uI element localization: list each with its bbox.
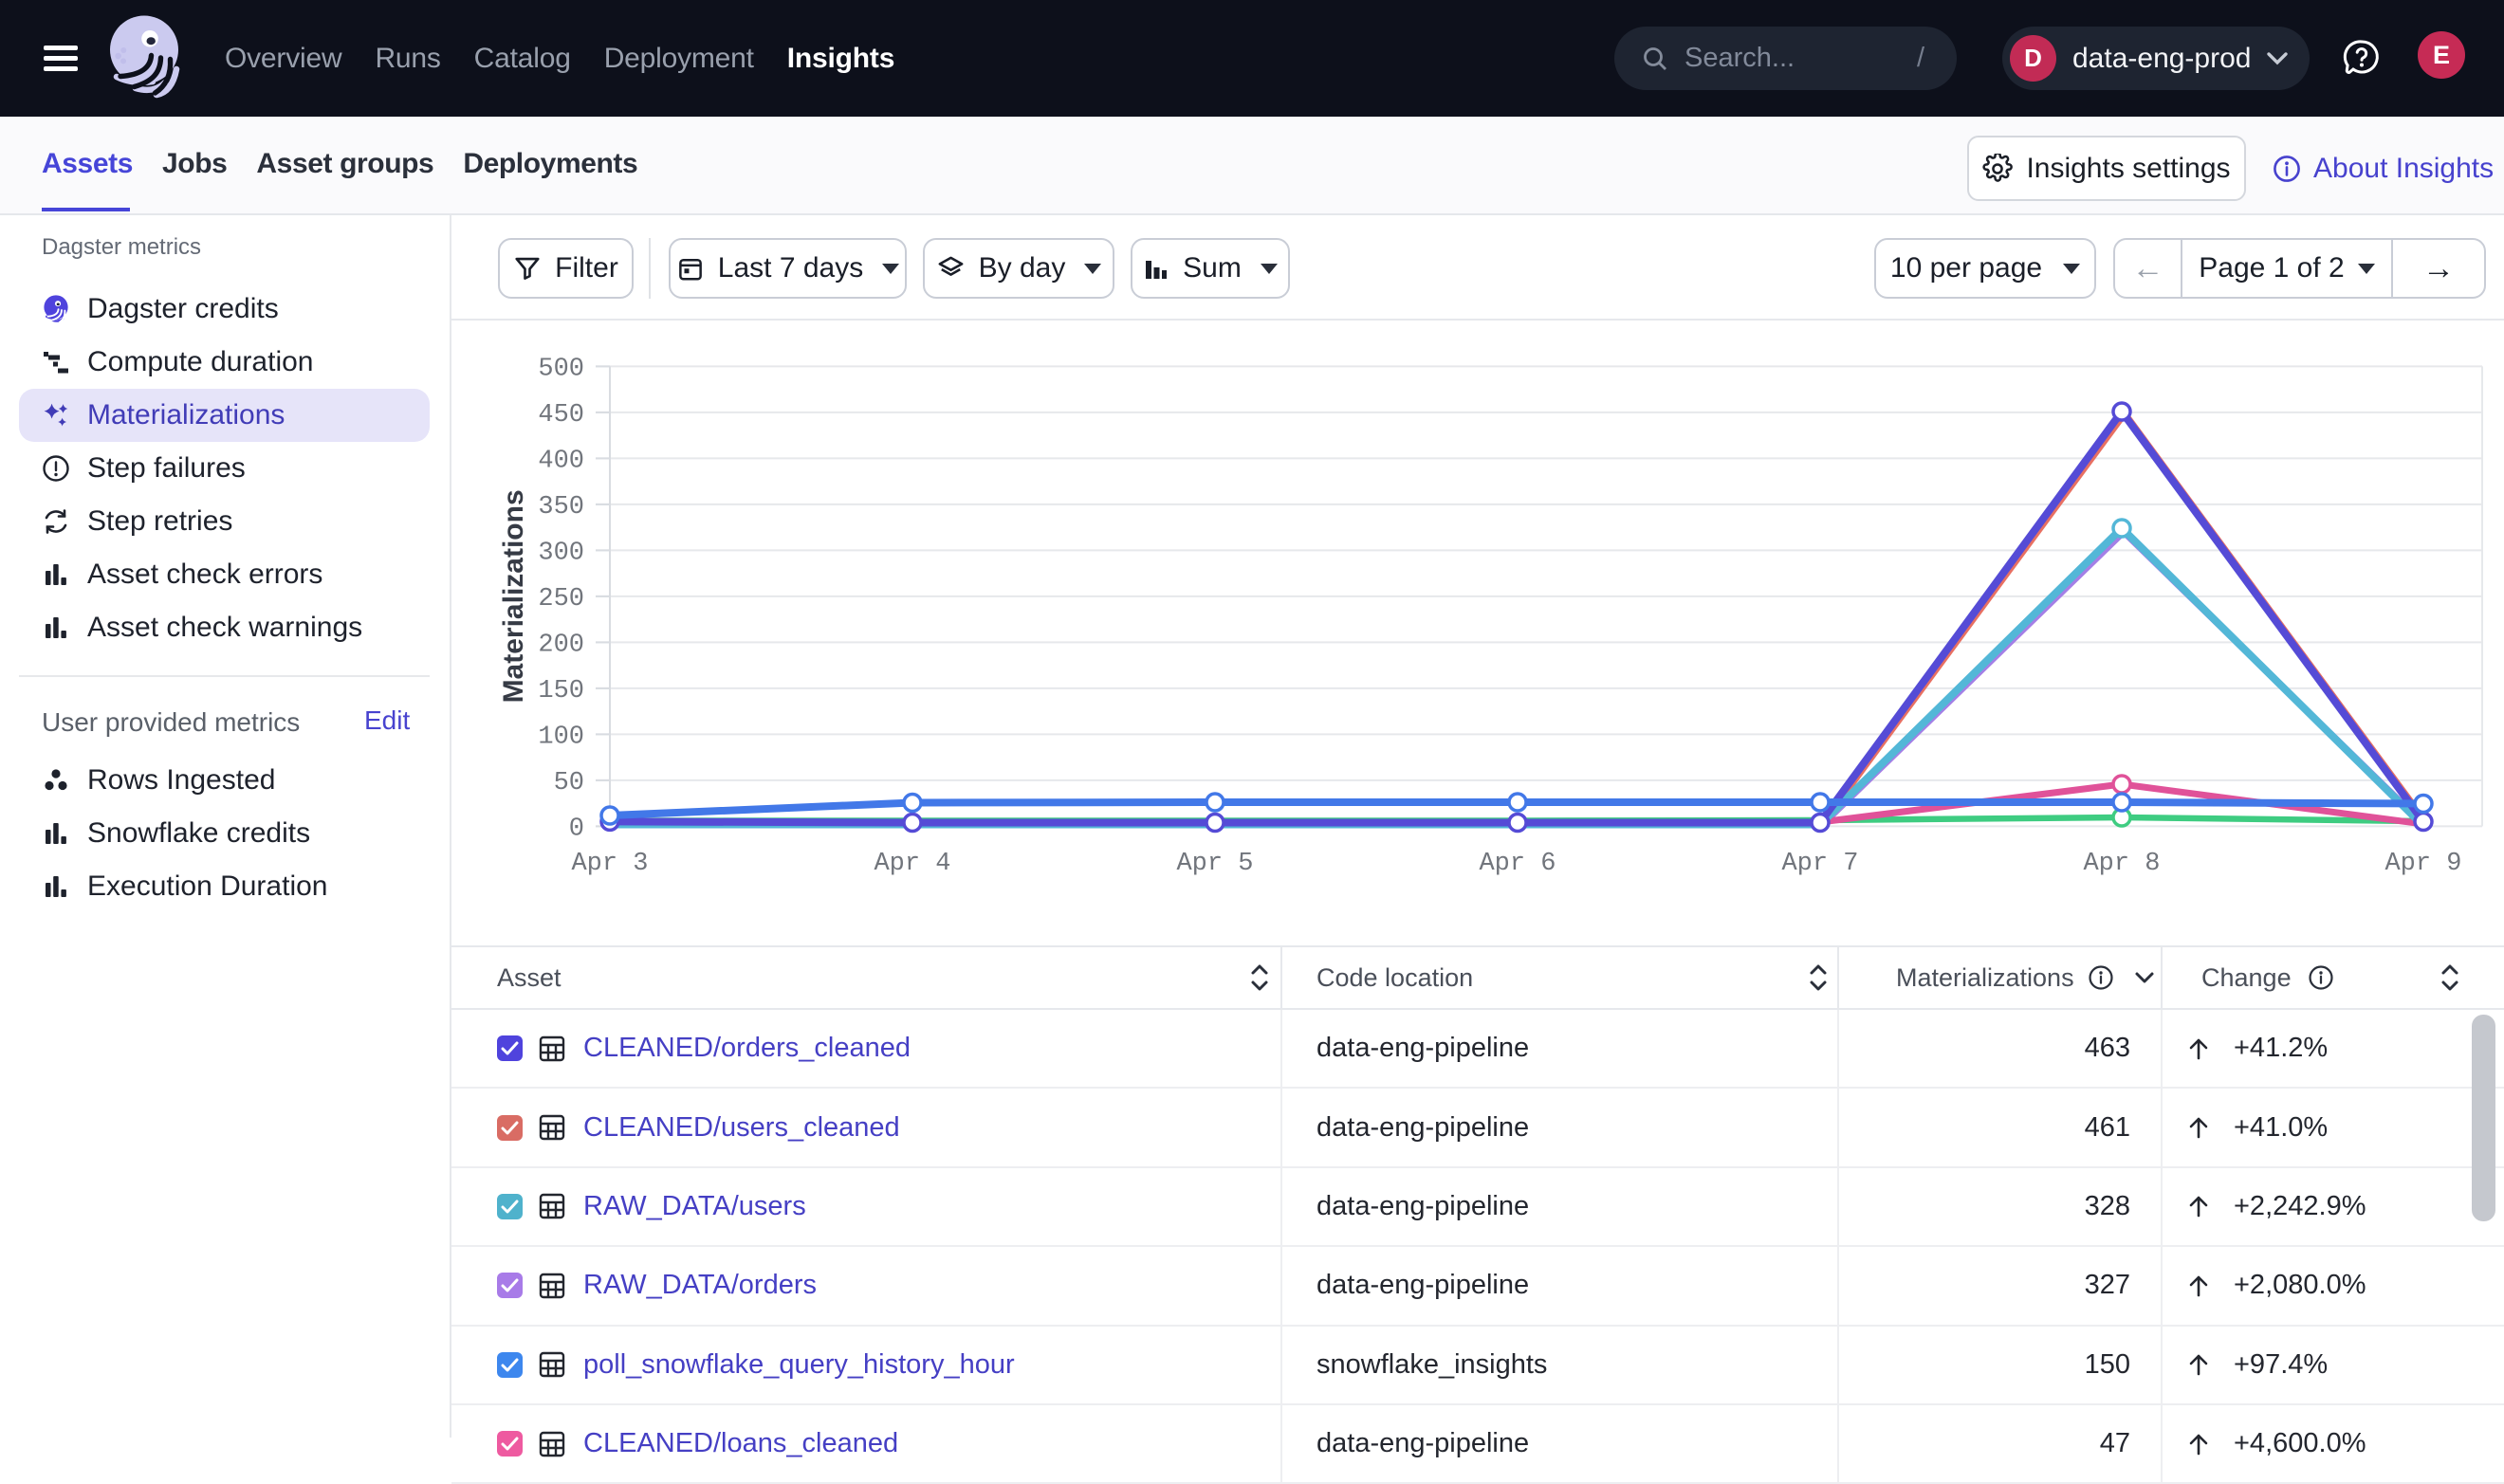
svg-text:Apr 9: Apr 9 [2384, 850, 2461, 878]
svg-text:350: 350 [538, 493, 584, 522]
svg-text:Apr 8: Apr 8 [2083, 850, 2160, 878]
svg-text:400: 400 [538, 447, 584, 475]
svg-text:250: 250 [538, 585, 584, 614]
svg-text:500: 500 [538, 355, 584, 383]
svg-text:100: 100 [538, 723, 584, 751]
svg-text:150: 150 [538, 677, 584, 705]
svg-text:300: 300 [538, 539, 584, 567]
svg-text:0: 0 [569, 815, 584, 843]
svg-text:Apr 6: Apr 6 [1479, 850, 1556, 878]
svg-text:200: 200 [538, 631, 584, 659]
svg-text:Apr 3: Apr 3 [571, 850, 648, 878]
svg-text:Apr 5: Apr 5 [1176, 850, 1253, 878]
svg-text:Apr 4: Apr 4 [874, 850, 950, 878]
svg-text:450: 450 [538, 401, 584, 430]
svg-text:Materializations: Materializations [498, 489, 529, 703]
svg-text:50: 50 [554, 769, 584, 797]
svg-text:Apr 7: Apr 7 [1781, 850, 1858, 878]
